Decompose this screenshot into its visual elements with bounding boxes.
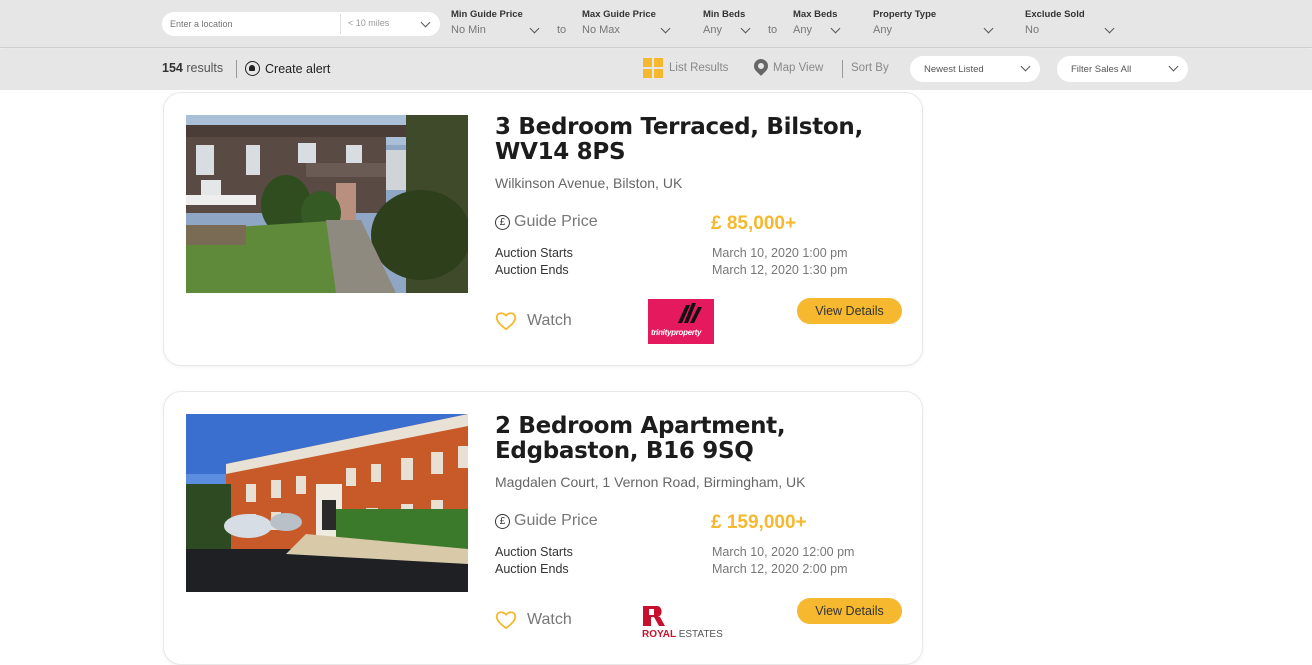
watch-label: Watch [527, 611, 572, 628]
auction-ends-label: Auction Ends [495, 562, 569, 576]
listing-address: Wilkinson Avenue, Bilston, UK [495, 175, 683, 191]
max-beds-select[interactable]: Any [793, 24, 812, 36]
min-price-select[interactable]: No Min [451, 24, 486, 36]
create-alert-button[interactable]: Create alert [245, 61, 330, 76]
auction-starts-date: March 10, 2020 12:00 pm [712, 545, 855, 559]
heart-icon [495, 611, 517, 630]
max-price-select[interactable]: No Max [582, 24, 620, 36]
guide-price-text: Guide Price [514, 213, 598, 230]
location-input[interactable] [162, 12, 340, 36]
listing-title[interactable]: 3 Bedroom Terraced, Bilston, WV14 8PS [495, 115, 895, 165]
property-type-label: Property Type [873, 9, 937, 20]
divider [236, 60, 237, 78]
exclude-sold-label: Exclude Sold [1025, 9, 1085, 20]
auction-ends-date: March 12, 2020 1:30 pm [712, 263, 848, 277]
listing-address: Magdalen Court, 1 Vernon Road, Birmingha… [495, 474, 806, 490]
results-number: 154 [162, 61, 183, 75]
sort-select[interactable]: Newest Listed [910, 56, 1040, 82]
watch-button[interactable]: Watch [495, 311, 572, 331]
map-pin-icon[interactable] [751, 56, 771, 76]
guide-price-value: £ 159,000+ [711, 512, 807, 533]
auction-ends-label: Auction Ends [495, 263, 569, 277]
chevron-down-icon[interactable] [529, 23, 540, 34]
chevron-down-icon[interactable] [983, 23, 994, 34]
property-photo[interactable] [186, 414, 468, 592]
trinity-property-logo: trinityproperty [648, 299, 714, 344]
min-beds-select[interactable]: Any [703, 24, 722, 36]
auction-starts-label: Auction Starts [495, 246, 573, 260]
location-search: < 10 miles [162, 12, 440, 36]
royal-estates-logo: ROYAL ESTATES [640, 604, 724, 644]
max-price-label: Max Guide Price [582, 9, 656, 20]
max-beds-label: Max Beds [793, 9, 838, 20]
pound-icon: £ [495, 214, 510, 230]
sort-value: Newest Listed [924, 64, 984, 75]
auction-starts-label: Auction Starts [495, 545, 573, 559]
results-toolbar: 154 results Create alert List Results Ma… [0, 49, 1312, 90]
auction-starts-date: March 10, 2020 1:00 pm [712, 246, 848, 260]
exclude-sold-select[interactable]: No [1025, 24, 1039, 36]
guide-price-text: Guide Price [514, 512, 598, 529]
bell-icon [245, 61, 260, 76]
divider [340, 14, 341, 34]
map-view-button[interactable]: Map View [773, 62, 823, 74]
results-label: results [186, 61, 224, 75]
sort-by-label: Sort By [851, 62, 889, 74]
chevron-down-icon[interactable] [830, 23, 841, 34]
guide-price-label: £ Guide Price [495, 512, 598, 530]
chevron-down-icon[interactable] [660, 23, 671, 34]
filter-sales-value: Filter Sales All [1071, 64, 1132, 75]
auction-ends-date: March 12, 2020 2:00 pm [712, 562, 848, 576]
pound-icon: £ [495, 513, 510, 529]
guide-price-label: £ Guide Price [495, 213, 598, 231]
create-alert-label: Create alert [265, 61, 331, 76]
filter-bar: < 10 miles Min Guide Price No Min to Max… [0, 0, 1312, 48]
chevron-down-icon [1168, 61, 1179, 72]
property-type-select[interactable]: Any [873, 24, 892, 36]
chevron-down-icon [1020, 61, 1031, 72]
property-photo[interactable] [186, 115, 468, 293]
guide-price-value: £ 85,000+ [711, 213, 797, 234]
heart-icon [495, 312, 517, 331]
filter-sales-select[interactable]: Filter Sales All [1057, 56, 1188, 82]
chevron-down-icon[interactable] [420, 17, 431, 28]
chevron-down-icon[interactable] [1104, 23, 1115, 34]
to-label: to [768, 24, 778, 36]
min-beds-label: Min Beds [703, 9, 746, 20]
list-results-button[interactable]: List Results [669, 62, 728, 74]
radius-select[interactable]: < 10 miles [348, 18, 389, 28]
listing-card: 2 Bedroom Apartment, Edgbaston, B16 9SQ … [163, 391, 923, 665]
to-label: to [557, 24, 567, 36]
list-grid-icon[interactable] [643, 58, 663, 78]
watch-button[interactable]: Watch [495, 610, 572, 630]
min-price-label: Min Guide Price [451, 9, 523, 20]
chevron-down-icon[interactable] [740, 23, 751, 34]
listing-title[interactable]: 2 Bedroom Apartment, Edgbaston, B16 9SQ [495, 414, 895, 464]
view-details-button[interactable]: View Details [797, 298, 902, 324]
divider [842, 60, 843, 78]
view-details-button[interactable]: View Details [797, 598, 902, 624]
results-count: 154 results [162, 61, 223, 75]
watch-label: Watch [527, 312, 572, 329]
listing-card: 3 Bedroom Terraced, Bilston, WV14 8PS Wi… [163, 92, 923, 366]
